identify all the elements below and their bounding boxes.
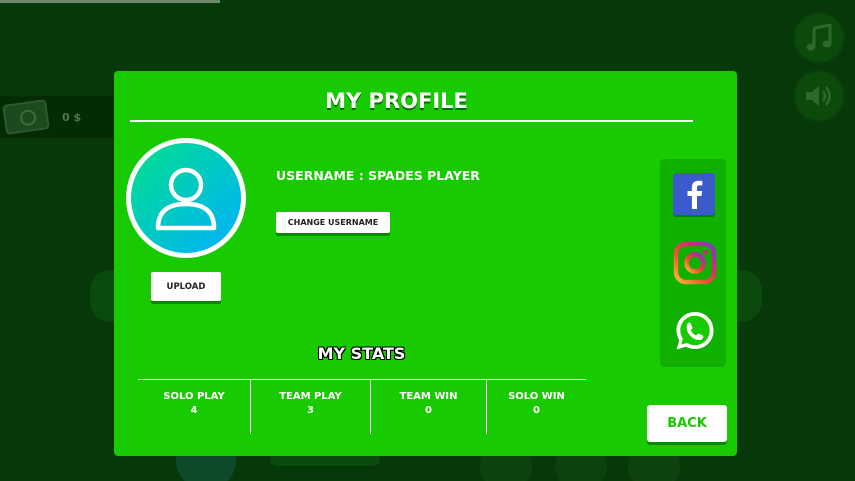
music-button[interactable] [793, 12, 845, 64]
stat-label: SOLO WIN [508, 391, 565, 402]
avatar-inner [131, 143, 241, 253]
stat-value: 0 [533, 405, 540, 416]
stat-label: TEAM PLAY [279, 391, 342, 402]
avatar[interactable] [126, 138, 246, 258]
profile-modal: MY PROFILE UPLOAD USERNAME : SPADES PLAY… [114, 71, 737, 456]
facebook-button[interactable] [673, 173, 715, 215]
sound-button[interactable] [793, 70, 845, 122]
stat-value: 3 [307, 405, 314, 416]
stat-label: TEAM WIN [399, 391, 458, 402]
title-divider [130, 120, 693, 122]
top-bar [0, 0, 220, 3]
stat-label: SOLO PLAY [163, 391, 225, 402]
upload-button[interactable]: UPLOAD [151, 272, 221, 301]
stat-solo-win: SOLO WIN 0 [487, 380, 586, 434]
facebook-icon [687, 180, 703, 209]
whatsapp-icon [676, 312, 714, 350]
cash-icon [2, 99, 50, 135]
instagram-button[interactable] [673, 241, 717, 285]
back-button[interactable]: BACK [647, 405, 727, 442]
change-username-button[interactable]: CHANGE USERNAME [276, 212, 390, 233]
stat-value: 0 [425, 405, 432, 416]
stats-title: MY STATS [317, 344, 406, 363]
stat-solo-play: SOLO PLAY 4 [138, 380, 251, 434]
modal-title: MY PROFILE [325, 89, 468, 113]
social-panel [660, 159, 726, 367]
stat-value: 4 [190, 405, 198, 416]
instagram-icon [673, 241, 717, 285]
username-label: USERNAME : SPADES PLAYER [276, 168, 480, 183]
stats-table: SOLO PLAY 4 TEAM PLAY 3 TEAM WIN 0 SOLO … [138, 380, 586, 434]
stat-team-play: TEAM PLAY 3 [251, 380, 371, 434]
speaker-icon [806, 86, 831, 106]
money-amount: 0 $ [62, 110, 82, 124]
music-note-icon [806, 24, 832, 51]
stat-team-win: TEAM WIN 0 [371, 380, 487, 434]
whatsapp-button[interactable] [673, 309, 715, 351]
user-icon [155, 167, 217, 231]
